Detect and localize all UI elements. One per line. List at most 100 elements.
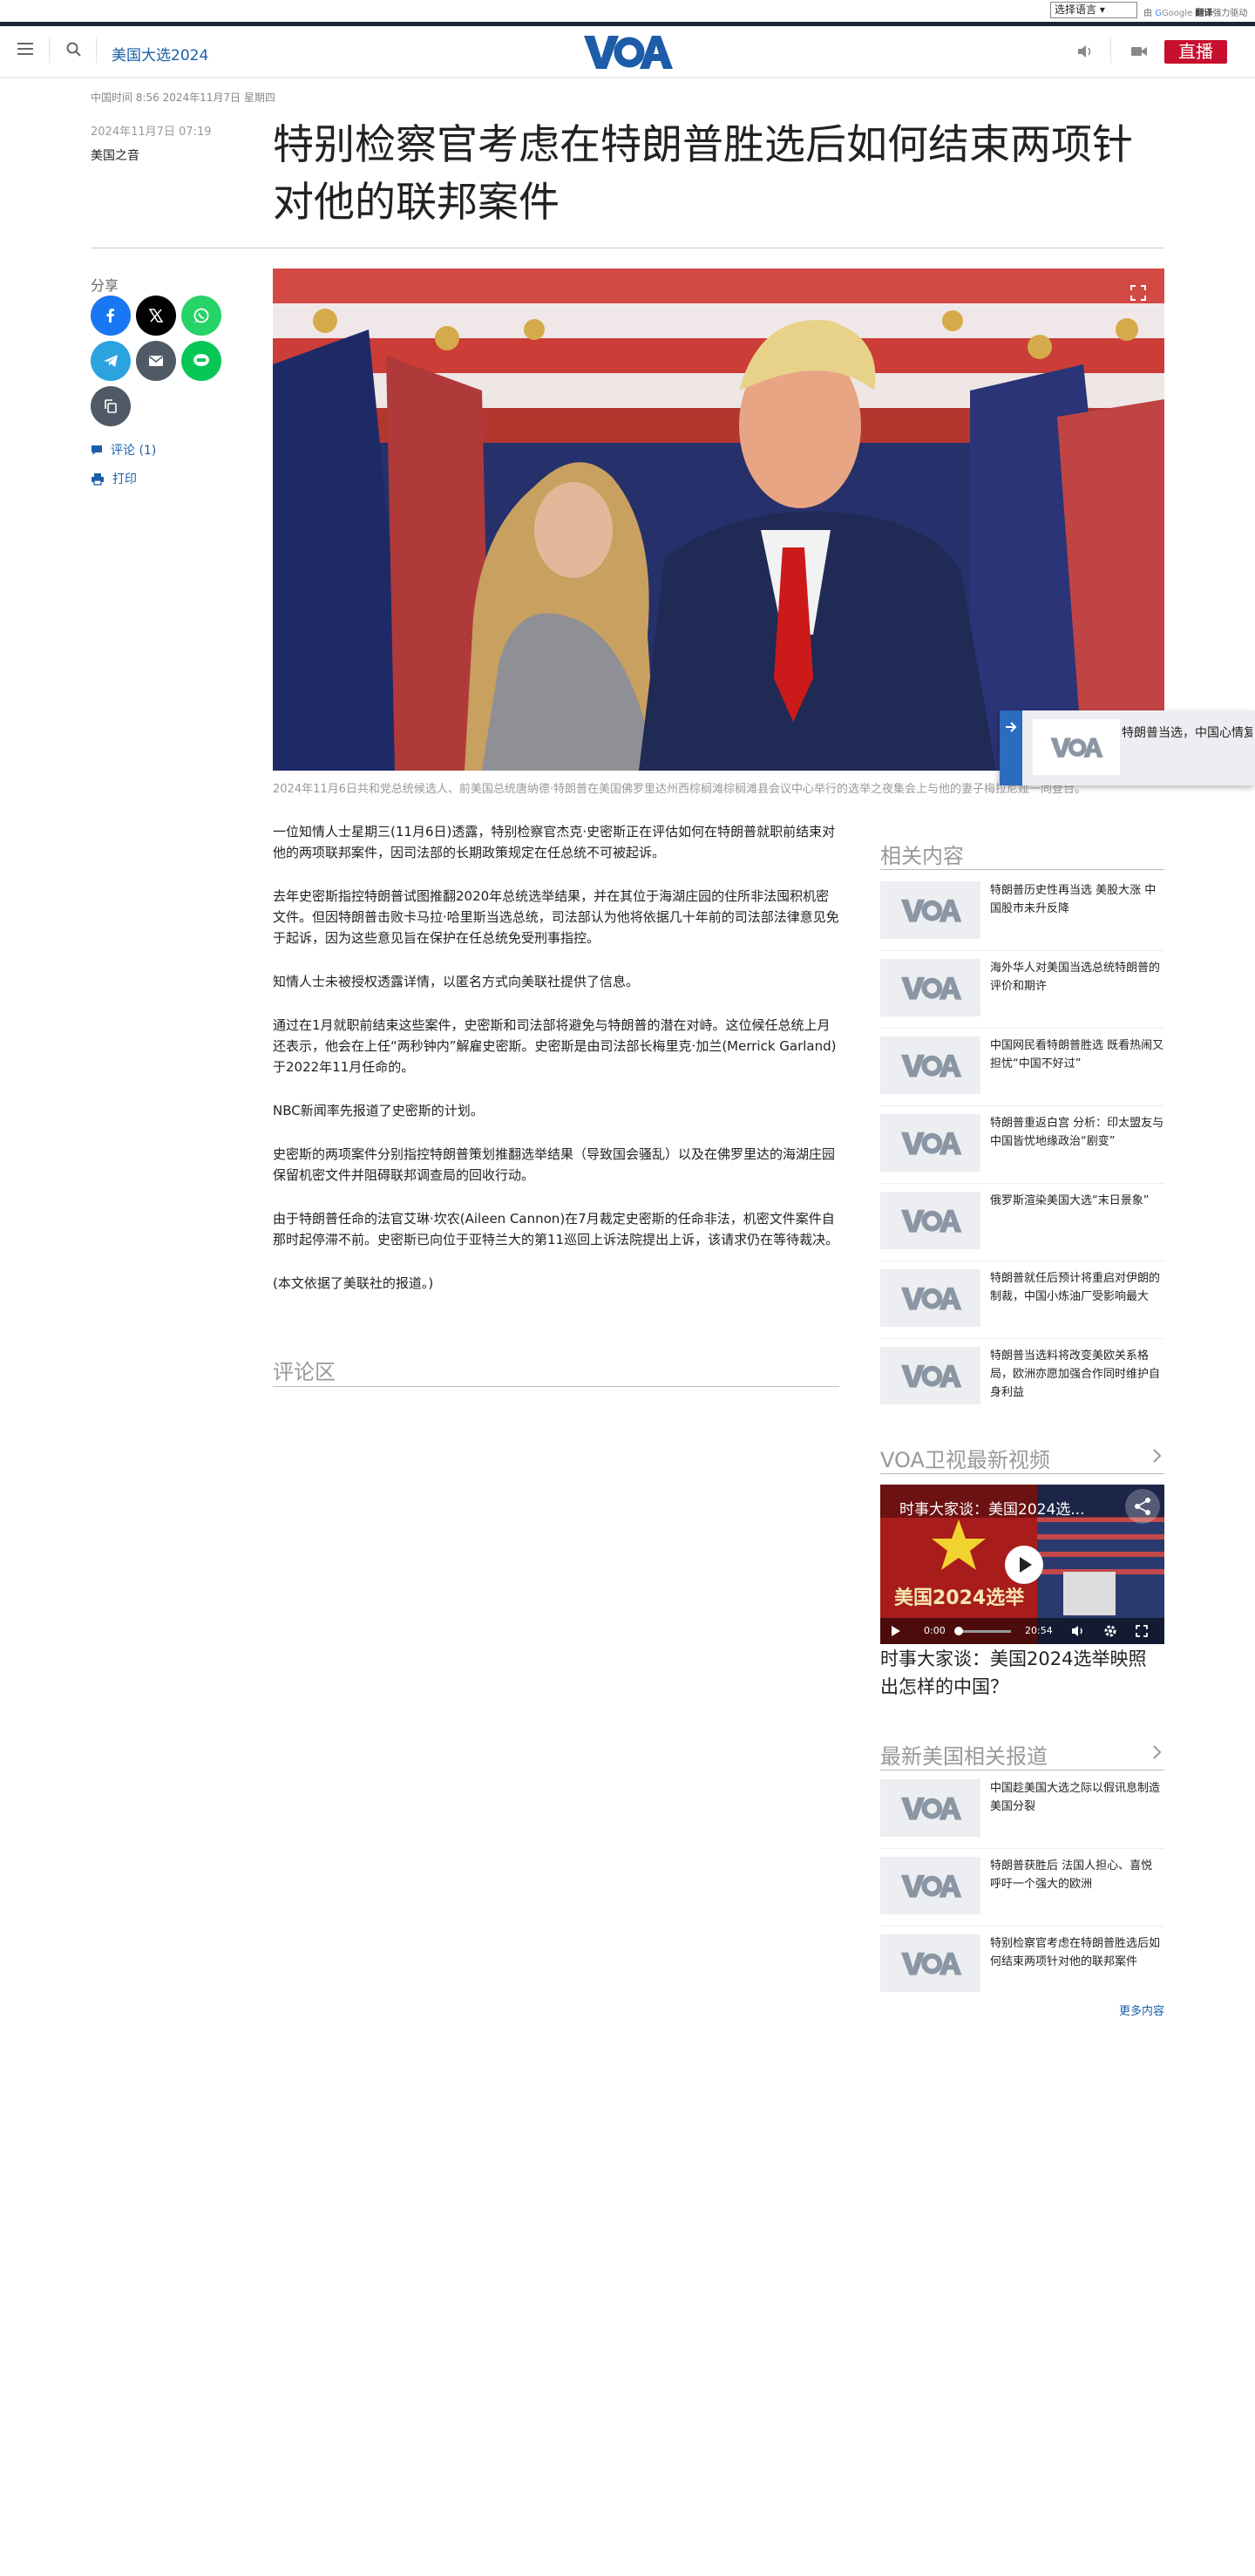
list-divider bbox=[880, 950, 1164, 951]
chevron-right-icon[interactable] bbox=[1150, 1447, 1163, 1465]
list-item-title: 海外华人对美国当选总统特朗普的评价和期许 bbox=[990, 962, 1161, 993]
print-link[interactable]: 打印 bbox=[91, 470, 137, 487]
chevron-right-icon[interactable] bbox=[1150, 1743, 1163, 1761]
sound-icon[interactable] bbox=[1075, 42, 1095, 61]
article-thumbnail bbox=[880, 1269, 980, 1327]
volume-icon[interactable] bbox=[1070, 1624, 1086, 1638]
latest-title[interactable]: 最新美国相关报道 bbox=[880, 1739, 1048, 1770]
voa-logo bbox=[900, 1054, 961, 1077]
floating-text: 特朗普当选，中国心情复杂，美中竞争或更加激烈 bbox=[1122, 726, 1252, 740]
list-item-title: 中国网民看特朗普胜选 既看热闹又担忧“中国不好过” bbox=[990, 1039, 1164, 1071]
whatsapp-share-button[interactable] bbox=[181, 296, 221, 336]
list-item[interactable]: 特朗普获胜后 法国人担心、喜悦 呼吁一个强大的欧洲 bbox=[880, 1857, 1164, 1927]
print-icon bbox=[92, 472, 104, 486]
list-divider bbox=[880, 1848, 1164, 1849]
list-item-title: 特朗普重返白宫 分析：印太盟友与中国皆忧地缘政治“剧变” bbox=[990, 1117, 1164, 1148]
video-player[interactable]: 时事大家谈：美国2024选... 美国2024选举 0:00 20:54 bbox=[880, 1485, 1164, 1644]
list-item[interactable]: 特朗普就任后预计将重启对伊朗的制裁，中国小炼油厂受影响最大 bbox=[880, 1269, 1164, 1339]
x-icon bbox=[148, 309, 164, 323]
voa-logo[interactable] bbox=[582, 32, 673, 71]
language-select[interactable]: 选择语言 ▾ bbox=[1050, 2, 1137, 18]
settings-icon[interactable] bbox=[1103, 1624, 1117, 1638]
video-caption[interactable]: 时事大家谈：美国2024选举映照出怎样的中国？ bbox=[880, 1645, 1164, 1701]
list-item[interactable]: 特朗普重返白宫 分析：印太盟友与中国皆忧地缘政治“剧变” bbox=[880, 1114, 1164, 1184]
publish-date: 2024年11月7日 07:19 bbox=[91, 126, 212, 139]
line-share-button[interactable] bbox=[181, 341, 221, 381]
voa-logo bbox=[900, 976, 961, 1000]
share-video-button[interactable] bbox=[1125, 1489, 1160, 1524]
list-item[interactable]: 特朗普当选料将改变美欧关系格局，欧洲亦愿加强合作同时维护自身利益 bbox=[880, 1347, 1164, 1417]
article-thumbnail bbox=[880, 1857, 980, 1914]
facebook-icon bbox=[106, 309, 114, 323]
telegram-icon bbox=[104, 355, 118, 367]
menu-icon[interactable] bbox=[17, 43, 33, 55]
article-title: 特别检察官考虑在特朗普胜选后如何结束两项针对他的联邦案件 bbox=[273, 121, 1133, 227]
dateline: 中国时间 8:56 2024年11月7日 星期四 bbox=[91, 92, 275, 104]
paragraph: 一位知情人士星期三(11月6日)透露，特别检察官杰克·史密斯正在评估如何在特朗普… bbox=[273, 824, 836, 860]
article-thumbnail bbox=[880, 1192, 980, 1249]
floating-thumbnail bbox=[1033, 719, 1120, 775]
videos-title[interactable]: VOA卫视最新视频 bbox=[880, 1443, 1050, 1473]
voa-logo bbox=[900, 1209, 961, 1233]
videos-divider bbox=[880, 1473, 1164, 1474]
video-camera-icon[interactable] bbox=[1130, 43, 1149, 60]
video-thumb-text: 美国2024选举 bbox=[894, 1587, 1025, 1609]
hero-image[interactable] bbox=[273, 268, 1164, 771]
fullscreen-icon[interactable] bbox=[1136, 1625, 1148, 1637]
list-item-title: 特别检察官考虑在特朗普胜选后如何结束两项针对他的联邦案件 bbox=[990, 1937, 1161, 1968]
source-label: 美国之音 bbox=[91, 149, 139, 163]
voa-logo bbox=[900, 899, 961, 922]
voa-logo bbox=[1050, 737, 1103, 758]
list-item[interactable]: 海外华人对美国当选总统特朗普的评价和期许 bbox=[880, 959, 1164, 1029]
list-item[interactable]: 特别检察官考虑在特朗普胜选后如何结束两项针对他的联邦案件 bbox=[880, 1934, 1164, 2004]
list-item-title: 特朗普当选料将改变美欧关系格局，欧洲亦愿加强合作同时维护自身利益 bbox=[990, 1349, 1161, 1399]
copy-link-button[interactable] bbox=[91, 386, 131, 426]
floating-next-article[interactable]: 特朗普当选，中国心情复杂，美中竞争或更加激烈 bbox=[1000, 710, 1255, 785]
play-small-icon[interactable] bbox=[891, 1625, 901, 1637]
facebook-share-button[interactable] bbox=[91, 296, 131, 336]
related-title: 相关内容 bbox=[880, 844, 964, 868]
article-thumbnail bbox=[880, 1779, 980, 1837]
play-icon bbox=[1020, 1557, 1032, 1573]
list-item[interactable]: 中国网民看特朗普胜选 既看热闹又担忧“中国不好过” bbox=[880, 1037, 1164, 1106]
hero-illustration bbox=[273, 268, 1164, 771]
print-link-label: 打印 bbox=[112, 472, 137, 486]
paragraph: 知情人士未被授权透露详情，以匿名方式向美联社提供了信息。 bbox=[273, 974, 640, 989]
video-total-time: 20:54 bbox=[1025, 1625, 1053, 1636]
voa-logo bbox=[900, 1364, 961, 1388]
telegram-share-button[interactable] bbox=[91, 341, 131, 381]
play-button[interactable] bbox=[1005, 1546, 1043, 1584]
comments-link[interactable]: 评论 (1) bbox=[91, 441, 156, 459]
list-item-title: 俄罗斯渲染美国大选“末日景象” bbox=[990, 1194, 1150, 1207]
x-share-button[interactable] bbox=[136, 296, 176, 336]
list-divider bbox=[880, 1105, 1164, 1106]
paragraph: NBC新闻率先报道了史密斯的计划。 bbox=[273, 1103, 484, 1118]
site-header: 美国大选2024 直播 bbox=[0, 26, 1255, 78]
comments-link-label: 评论 (1) bbox=[111, 444, 157, 458]
search-icon[interactable] bbox=[66, 42, 82, 58]
divider bbox=[49, 38, 50, 63]
paragraph: 通过在1月就职前结束这些案件，史密斯和司法部将避免与特朗普的潜在对峙。这位候任总… bbox=[273, 1017, 837, 1075]
section-link[interactable]: 美国大选2024 bbox=[112, 43, 208, 65]
video-progress[interactable] bbox=[954, 1627, 1011, 1635]
list-item-title: 特朗普就任后预计将重启对伊朗的制裁，中国小炼油厂受影响最大 bbox=[990, 1272, 1161, 1303]
fullscreen-icon[interactable] bbox=[1130, 284, 1147, 302]
list-item[interactable]: 中国趁美国大选之际以假讯息制造美国分裂 bbox=[880, 1779, 1164, 1849]
arrow-right-icon bbox=[1006, 722, 1017, 732]
share-icon bbox=[1135, 1498, 1150, 1515]
list-item[interactable]: 俄罗斯渲染美国大选“末日景象” bbox=[880, 1192, 1164, 1261]
list-item-title: 中国趁美国大选之际以假讯息制造美国分裂 bbox=[990, 1782, 1161, 1813]
email-icon bbox=[149, 356, 163, 366]
divider bbox=[96, 38, 97, 63]
voa-logo bbox=[900, 1132, 961, 1155]
article-thumbnail bbox=[880, 1347, 980, 1404]
more-link[interactable]: 更多内容 bbox=[1119, 2002, 1164, 2018]
share-label: 分享 bbox=[91, 277, 119, 294]
email-share-button[interactable] bbox=[136, 341, 176, 381]
article-thumbnail bbox=[880, 959, 980, 1016]
list-divider bbox=[880, 1183, 1164, 1184]
list-item[interactable]: 特朗普历史性再当选 美股大涨 中国股市未升反降 bbox=[880, 881, 1164, 951]
article-thumbnail bbox=[880, 881, 980, 939]
list-divider bbox=[880, 1338, 1164, 1339]
live-button[interactable]: 直播 bbox=[1164, 40, 1227, 64]
